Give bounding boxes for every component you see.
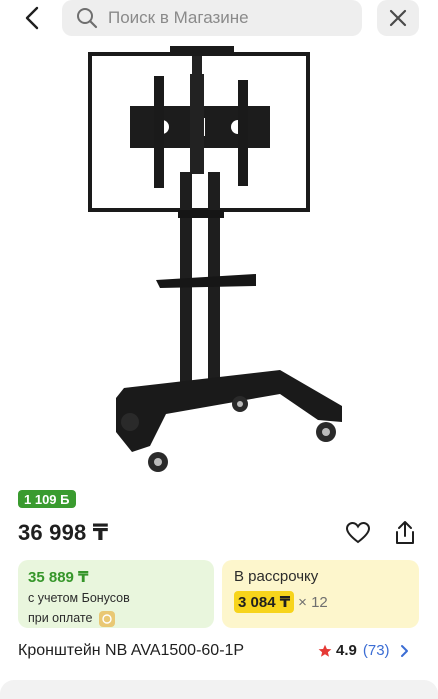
rating-link[interactable]: 4.9 (73) (318, 642, 409, 659)
tv-stand-image (88, 46, 342, 472)
search-icon (77, 8, 98, 29)
product-page: 1 109 Б 36 998 ₸ 35 889 ₸ с учетом Бонус… (0, 0, 438, 699)
bonus-badge: 1 109 Б (18, 490, 76, 508)
close-button[interactable] (377, 0, 419, 36)
product-price: 36 998 ₸ (18, 520, 109, 545)
installment-months: × 12 (298, 593, 328, 611)
installment-row: 3 084 ₸ × 12 (234, 591, 407, 613)
bonus-note-line2: при оплате (28, 611, 93, 625)
bonus-note-line1: с учетом Бонусов (28, 591, 130, 605)
back-button[interactable] (18, 3, 48, 33)
rating-value: 4.9 (336, 642, 357, 659)
top-bar (0, 0, 438, 38)
star-icon (318, 644, 332, 657)
installment-monthly: 3 084 ₸ (234, 591, 295, 613)
reviews-count: (73) (362, 642, 390, 659)
share-icon (396, 521, 414, 544)
heart-icon (345, 521, 371, 544)
chevron-right-icon (400, 644, 409, 658)
installment-title: В рассрочку (234, 568, 319, 585)
installment-card[interactable]: В рассрочку 3 084 ₸ × 12 (222, 560, 419, 628)
section-divider (0, 680, 438, 699)
product-title: Кронштейн NB AVA1500-60-1P (18, 642, 245, 659)
product-image[interactable] (80, 42, 360, 482)
bonus-price-card[interactable]: 35 889 ₸ с учетом Бонусов при оплате (18, 560, 214, 628)
share-button[interactable] (390, 518, 420, 548)
coin-icon (98, 610, 115, 627)
bonus-price: 35 889 ₸ (28, 569, 89, 586)
search-bar[interactable] (62, 0, 362, 36)
chevron-left-icon (25, 6, 39, 30)
favorite-button[interactable] (343, 518, 373, 548)
close-icon (389, 9, 407, 27)
search-input[interactable] (108, 8, 338, 28)
bonus-note-line2-wrap: при оплате (28, 610, 204, 627)
